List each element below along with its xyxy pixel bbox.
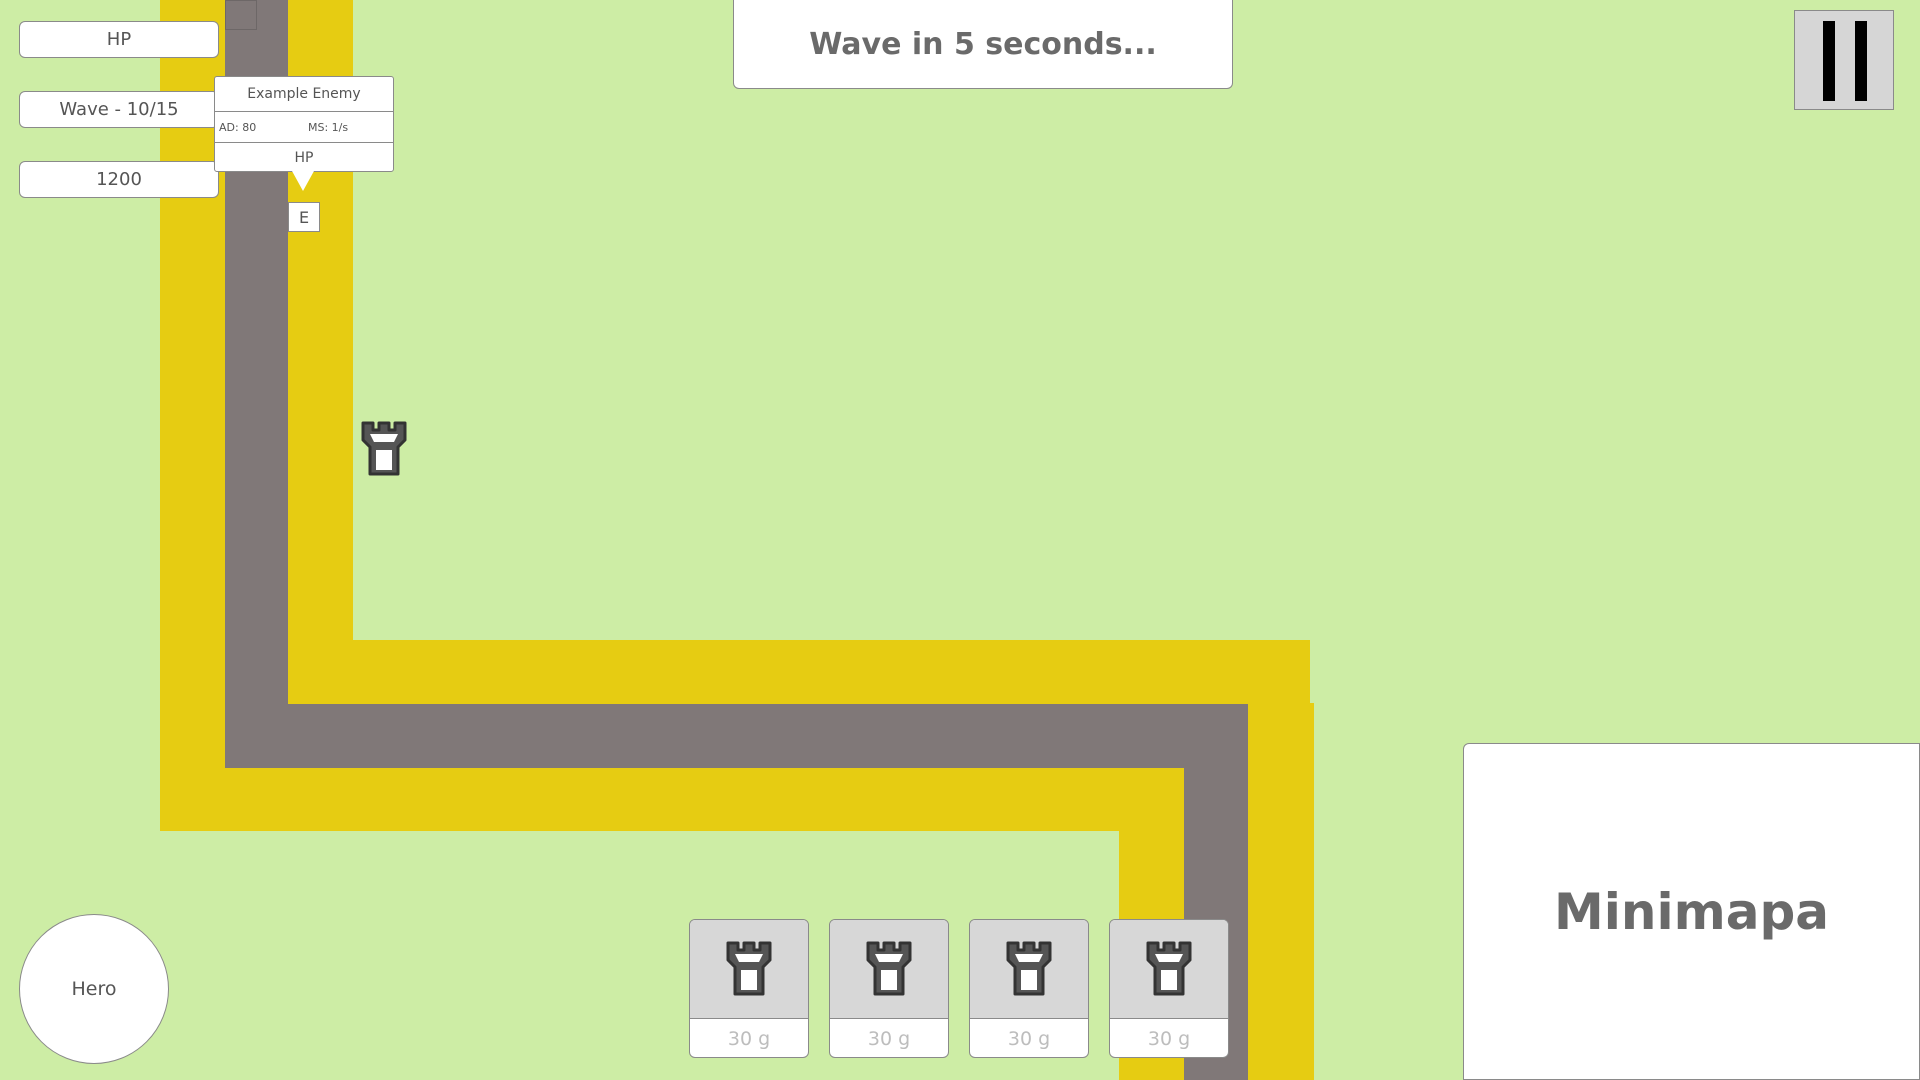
tooltip-pointer: [292, 171, 314, 191]
hp-display: HP: [19, 21, 219, 58]
pause-button[interactable]: [1794, 10, 1894, 110]
shop-tower-4[interactable]: 30 g: [1109, 919, 1229, 1058]
enemy-hp: HP: [294, 150, 314, 166]
minimap[interactable]: Minimapa: [1463, 743, 1920, 1080]
enemy-stats: AD: 80 MS: 1/s: [215, 112, 393, 143]
hero-label: Hero: [71, 978, 117, 1000]
tower-icon: [1146, 941, 1192, 996]
wave-banner-text: Wave in 5 seconds...: [809, 26, 1157, 62]
pause-icon: [1823, 21, 1835, 101]
shop-tower-1[interactable]: 30 g: [689, 919, 809, 1058]
spawn-tile: [225, 0, 257, 30]
shop-tower-price: 30 g: [1147, 1028, 1191, 1050]
enemy-unit[interactable]: E: [288, 202, 320, 232]
placed-tower[interactable]: [358, 420, 410, 478]
shop-tower-price: 30 g: [867, 1028, 911, 1050]
tower-icon: [361, 421, 407, 476]
gold-display: 1200: [19, 161, 219, 198]
tower-icon: [1006, 941, 1052, 996]
shop-tower-price: 30 g: [1007, 1028, 1051, 1050]
wave-label: Wave - 10/15: [59, 99, 179, 120]
enemy-name: Example Enemy: [215, 77, 393, 112]
shop-tower-preview: [830, 920, 948, 1019]
enemy-tooltip: Example Enemy AD: 80 MS: 1/s HP: [214, 76, 394, 172]
enemy-marker: E: [298, 207, 310, 227]
minimap-label: Minimapa: [1554, 882, 1829, 941]
enemy-move-speed: MS: 1/s: [308, 120, 349, 134]
shop-tower-preview: [690, 920, 808, 1019]
hero-button[interactable]: Hero: [19, 914, 169, 1064]
road-lane: [225, 704, 1248, 768]
shop-tower-2[interactable]: 30 g: [829, 919, 949, 1058]
pause-icon-bar: [1855, 21, 1867, 101]
hp-label: HP: [106, 29, 132, 50]
shop-tower-preview: [970, 920, 1088, 1019]
tower-icon: [866, 941, 912, 996]
wave-banner: Wave in 5 seconds...: [733, 0, 1233, 89]
tower-icon: [726, 941, 772, 996]
gold-amount: 1200: [96, 169, 142, 190]
shop-tower-preview: [1110, 920, 1228, 1019]
shop-tower-3[interactable]: 30 g: [969, 919, 1089, 1058]
wave-counter: Wave - 10/15: [19, 91, 219, 128]
shop-tower-price: 30 g: [727, 1028, 771, 1050]
enemy-attack-damage: AD: 80: [219, 120, 257, 134]
